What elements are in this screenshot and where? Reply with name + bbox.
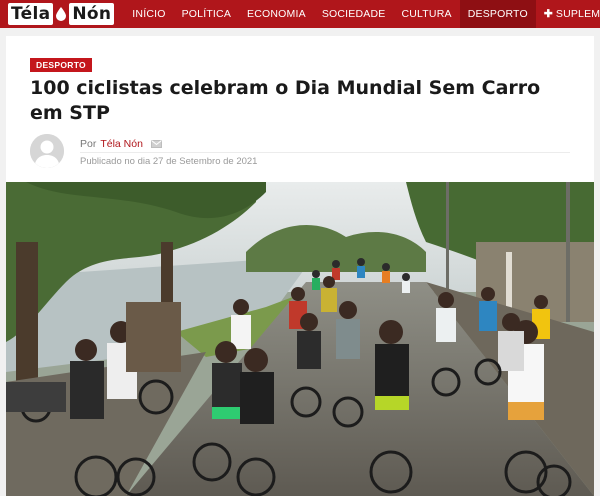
author-avatar[interactable] <box>30 134 64 168</box>
logo-text-right: Nón <box>69 3 115 25</box>
site-logo[interactable]: Téla Nón <box>0 0 124 28</box>
logo-drop-icon <box>56 7 67 21</box>
nav-item-politica[interactable]: POLÍTICA <box>174 0 239 28</box>
byline-divider <box>80 152 570 153</box>
byline: Por Téla Nón <box>80 138 162 150</box>
publish-date: Publicado no dia 27 de Setembro de 2021 <box>80 156 258 167</box>
nav-item-sociedade[interactable]: SOCIEDADE <box>314 0 394 28</box>
nav-item-economia[interactable]: ECONOMIA <box>239 0 314 28</box>
article-photo <box>6 182 594 496</box>
logo-text-left: Téla <box>8 3 54 25</box>
nav-item-desporto[interactable]: DESPORTO <box>459 0 536 28</box>
article-title: 100 ciclistas celebram o Dia Mundial Sem… <box>30 77 541 124</box>
plus-icon: ✚ <box>543 8 553 20</box>
nav-item-cultura[interactable]: CULTURA <box>393 0 459 28</box>
top-navbar: Téla Nón INÍCIO POLÍTICA ECONOMIA SOCIED… <box>0 0 600 28</box>
nav-item-suplementos[interactable]: ✚SUPLEMENT <box>536 0 600 28</box>
main-menu: INÍCIO POLÍTICA ECONOMIA SOCIEDADE CULTU… <box>124 0 600 28</box>
nav-item-suplementos-label: SUPLEMENT <box>555 8 600 20</box>
user-avatar-icon <box>30 134 64 168</box>
mail-icon[interactable] <box>150 140 162 148</box>
cyclists-photo <box>6 182 594 496</box>
byline-prefix: Por <box>80 138 97 150</box>
category-badge[interactable]: DESPORTO <box>30 58 92 72</box>
nav-item-inicio[interactable]: INÍCIO <box>124 0 173 28</box>
author-link[interactable]: Téla Nón <box>100 138 143 150</box>
article-header-card: DESPORTO 100 ciclistas celebram o Dia Mu… <box>6 36 594 186</box>
